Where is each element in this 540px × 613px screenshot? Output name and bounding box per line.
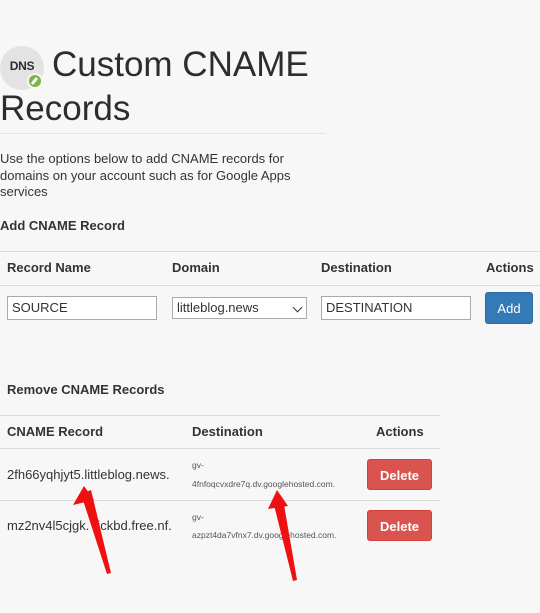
- page-description: Use the options below to add CNAME recor…: [0, 151, 291, 199]
- domain-select[interactable]: littleblog.news: [172, 297, 307, 319]
- destination-value: azpzt4da7vfnx7.dv.googlehosted.com.: [192, 530, 337, 540]
- remove-section-title: Remove CNAME Records: [7, 382, 165, 397]
- destination-value: 4fnfoqcvxdre7q.dv.googlehosted.com.: [192, 479, 336, 489]
- cname-record-suffix: ickbd.free.nf.: [97, 518, 172, 533]
- page-title-line1: Custom CNAME: [52, 45, 309, 84]
- delete-button[interactable]: Delete: [367, 510, 432, 541]
- destination-value-prefix: gv-: [192, 512, 204, 522]
- cname-record-prefix: mz2nv4l5cjgk.: [7, 518, 90, 533]
- domain-select-value: littleblog.news: [177, 300, 259, 315]
- page-title: Custom CNAME Records: [0, 40, 330, 131]
- page-title-line2: Records: [0, 89, 131, 128]
- table-border-top: [0, 415, 440, 416]
- add-button[interactable]: Add: [485, 292, 533, 324]
- column-header-destination: Destination: [192, 424, 263, 439]
- column-header-actions: Actions: [486, 260, 534, 275]
- record-name-input[interactable]: SOURCE: [7, 296, 157, 320]
- destination-value-prefix: gv-: [192, 460, 204, 470]
- table-header-divider: [0, 285, 540, 286]
- dns-icon: DNS: [0, 46, 44, 90]
- delete-button[interactable]: Delete: [367, 459, 432, 490]
- page-header: DNS Custom CNAME Records: [0, 40, 330, 131]
- chevron-down-icon: [292, 302, 303, 313]
- add-section-title: Add CNAME Record: [0, 218, 125, 233]
- table-border-top: [0, 251, 540, 252]
- column-header-cname-record: CNAME Record: [7, 424, 104, 439]
- destination-input[interactable]: DESTINATION: [321, 296, 471, 320]
- table-header-divider: [0, 448, 440, 449]
- column-header-actions: Actions: [376, 424, 424, 439]
- cname-record-value: mz2nv4l5cjgk. ickbd.free.nf.: [7, 518, 172, 533]
- title-divider: [0, 133, 326, 134]
- column-header-destination: Destination: [321, 260, 392, 275]
- cname-record-value: 2fh66yqhjyt5.littleblog.news.: [7, 467, 170, 482]
- edit-pencil-icon: [27, 73, 43, 89]
- row-divider: [0, 500, 440, 501]
- dns-icon-label: DNS: [9, 59, 35, 73]
- column-header-domain: Domain: [172, 260, 220, 275]
- column-header-record-name: Record Name: [7, 260, 91, 275]
